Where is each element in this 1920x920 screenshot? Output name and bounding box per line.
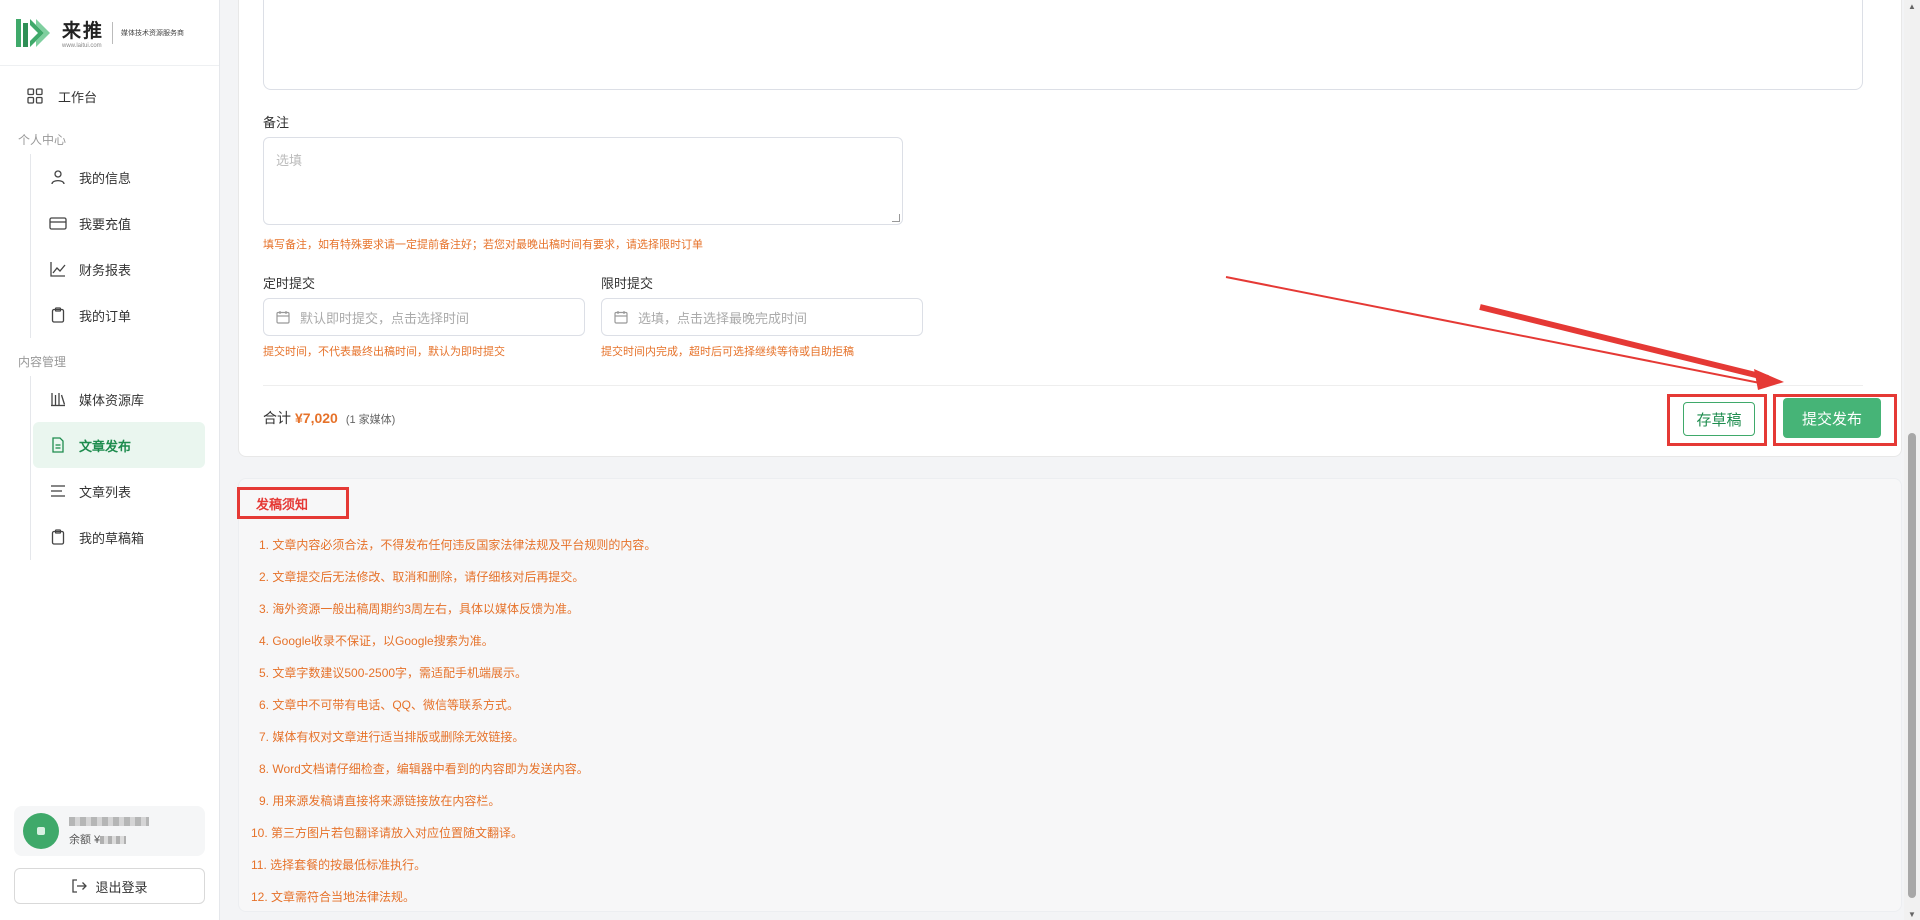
schedule-hint: 提交时间，不代表最终出稿时间，默认为即时提交 — [263, 346, 505, 358]
chart-line-icon — [49, 260, 67, 278]
list-item: 9. 用来源发稿请直接将来源链接放在内容栏。 — [259, 794, 501, 808]
list-item: 2. 文章提交后无法修改、取消和删除，请仔细核对后再提交。 — [259, 570, 585, 584]
sidebar-item-label: 文章发布 — [79, 438, 132, 454]
remark-hint: 填写备注，如有特殊要求请一定提前备注好；若您对最晚出稿时间有要求，请选择限时订单 — [263, 239, 703, 251]
list-item: 7. 媒体有权对文章进行适当排版或删除无效链接。 — [259, 730, 525, 744]
user-card[interactable]: 余额 ¥ — [14, 806, 205, 856]
list-item: 10. 第三方图片若包翻译请放入对应位置随文翻译。 — [251, 826, 524, 840]
list-item: 3. 海外资源一般出稿周期约3周左右，具体以媒体反馈为准。 — [259, 602, 580, 616]
clipboard-icon — [49, 306, 67, 324]
scrollbar-thumb[interactable] — [1908, 433, 1916, 898]
document-icon — [49, 436, 67, 454]
sidebar-item-label: 媒体资源库 — [79, 392, 145, 408]
credit-card-icon — [49, 214, 67, 232]
list-item: 4. Google收录不保证，以Google搜索为准。 — [259, 634, 494, 648]
list-item: 8. Word文档请仔细检查，编辑器中看到的内容即为发送内容。 — [259, 762, 589, 776]
sidebar-item-article-list[interactable]: 文章列表 — [33, 468, 205, 514]
logo-icon — [14, 13, 54, 53]
list-item: 1. 文章内容必须合法，不得发布任何违反国家法律法规及平台规则的内容。 — [259, 538, 657, 552]
notice-title: 发稿须知 — [256, 496, 309, 512]
scrollbar[interactable]: ▲ ▼ — [1904, 0, 1920, 920]
sidebar-item-my-info[interactable]: 我的信息 — [33, 154, 205, 200]
balance-redacted — [100, 836, 127, 845]
main-content: 备注 选填 填写备注，如有特殊要求请一定提前备注好；若您对最晚出稿时间有要求，请… — [220, 0, 1904, 920]
clipboard-icon — [49, 528, 67, 546]
calendar-icon — [614, 310, 628, 324]
balance-label: 余额 ¥ — [69, 834, 101, 846]
sidebar-item-drafts[interactable]: 我的草稿箱 — [33, 514, 205, 560]
nav-workbench-label: 工作台 — [58, 89, 98, 105]
nav-workbench[interactable]: 工作台 — [0, 66, 219, 126]
list-item: 6. 文章中不可带有电话、QQ、微信等联系方式。 — [259, 698, 520, 712]
remark-label: 备注 — [263, 115, 290, 130]
total-price: ¥7,020 — [295, 410, 338, 426]
avatar — [23, 813, 59, 849]
sidebar-item-my-orders[interactable]: 我的订单 — [33, 292, 205, 338]
brand-slogan: 媒体技术资源服务商 — [121, 29, 185, 37]
sidebar-item-label: 财务报表 — [79, 262, 132, 278]
group-title-content: 内容管理 — [18, 355, 67, 369]
annotation-highlight-draft — [1667, 394, 1767, 446]
remark-placeholder: 选填 — [276, 153, 303, 168]
publish-notice: 发稿须知 1. 文章内容必须合法，不得发布任何违反国家法律法规及平台规则的内容。… — [237, 478, 1902, 913]
sidebar-item-finance-report[interactable]: 财务报表 — [33, 246, 205, 292]
sidebar: 来推 www.laitui.com 媒体技术资源服务商 工作台 个人中心 我的信… — [0, 0, 220, 920]
annotation-highlight-submit — [1773, 394, 1897, 446]
total-media-count: (1 家媒体) — [345, 414, 396, 426]
brand-title: 来推 — [62, 21, 105, 42]
group-personal: 我的信息 我要充值 财务报表 我的订单 — [30, 154, 205, 338]
deadline-hint: 提交时间内完成，超时后可选择继续等待或自助拒稿 — [601, 346, 854, 358]
sidebar-item-recharge[interactable]: 我要充值 — [33, 200, 205, 246]
annotation-highlight-notice: 发稿须知 — [237, 487, 349, 519]
remark-textarea[interactable]: 选填 — [263, 137, 903, 225]
notice-list: 1. 文章内容必须合法，不得发布任何违反国家法律法规及平台规则的内容。 2. 文… — [239, 529, 656, 913]
sidebar-item-label: 我的信息 — [79, 170, 132, 186]
deadline-label: 限时提交 — [601, 276, 654, 291]
list-item: 11. 选择套餐的按最低标准执行。 — [251, 858, 427, 872]
list-icon — [49, 482, 67, 500]
sidebar-item-article-publish[interactable]: 文章发布 — [33, 422, 205, 468]
sidebar-item-label: 我要充值 — [79, 216, 132, 232]
user-info: 余额 ¥ — [69, 815, 149, 847]
divider — [263, 385, 1863, 386]
logout-button[interactable]: 退出登录 — [14, 868, 205, 904]
deadline-date-input[interactable]: 选填，点击选择最晚完成时间 — [601, 298, 923, 336]
list-item: 5. 文章字数建议500-2500字，需适配手机端展示。 — [259, 666, 528, 680]
brand-url: www.laitui.com — [62, 43, 102, 49]
calendar-icon — [276, 310, 290, 324]
total-label: 合计 — [263, 410, 291, 426]
scroll-up-icon[interactable]: ▲ — [1908, 2, 1916, 11]
schedule-label: 定时提交 — [263, 276, 316, 291]
sidebar-item-label: 文章列表 — [79, 484, 132, 500]
publish-form: 备注 选填 填写备注，如有特殊要求请一定提前备注好；若您对最晚出稿时间有要求，请… — [238, 0, 1902, 457]
logout-label: 退出登录 — [95, 879, 148, 895]
sidebar-item-media-library[interactable]: 媒体资源库 — [33, 376, 205, 422]
content-editor[interactable] — [263, 0, 1863, 90]
logout-icon — [71, 878, 88, 894]
user-icon — [49, 168, 67, 186]
user-name-redacted — [69, 815, 149, 827]
schedule-placeholder: 默认即时提交，点击选择时间 — [300, 310, 470, 326]
sidebar-item-label: 我的草稿箱 — [79, 530, 145, 546]
sidebar-item-label: 我的订单 — [79, 308, 132, 324]
group-title-personal: 个人中心 — [18, 133, 67, 147]
library-icon — [49, 390, 67, 408]
brand-logo[interactable]: 来推 www.laitui.com 媒体技术资源服务商 — [0, 0, 219, 66]
grid-icon — [26, 87, 44, 105]
logo-divider — [112, 21, 114, 44]
schedule-date-input[interactable]: 默认即时提交，点击选择时间 — [263, 298, 585, 336]
order-total: 合计 ¥7,020 (1 家媒体) — [263, 408, 395, 428]
list-item: 12. 文章需符合当地法律法规。 — [251, 890, 416, 904]
resize-handle-icon[interactable] — [892, 214, 900, 222]
deadline-placeholder: 选填，点击选择最晚完成时间 — [638, 310, 808, 326]
scroll-down-icon[interactable]: ▼ — [1908, 910, 1916, 919]
group-content: 媒体资源库 文章发布 文章列表 我的草稿箱 — [30, 376, 205, 560]
